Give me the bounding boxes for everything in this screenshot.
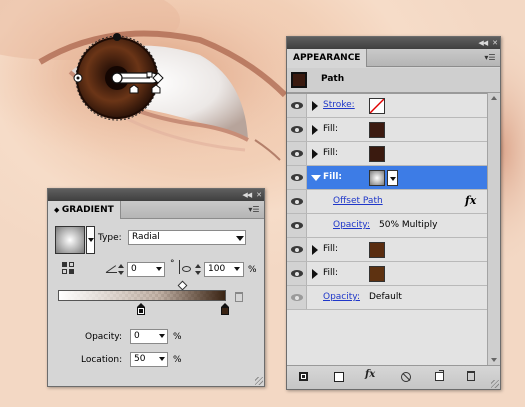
location-label: Location: — [81, 355, 123, 365]
clear-appearance-icon[interactable] — [401, 372, 411, 382]
close-panel-icon[interactable]: ✕ — [256, 189, 262, 201]
visibility-eye-icon[interactable] — [291, 150, 303, 157]
angle-stepper[interactable] — [116, 262, 126, 277]
gradient-ramp-slider[interactable] — [58, 290, 226, 301]
add-new-effect-icon[interactable]: fx — [365, 369, 375, 380]
fill-label: Fill: — [323, 148, 339, 158]
fill-label: Fill: — [323, 244, 339, 254]
gradient-panel: ◀◀ ✕ ◆ GRADIENT ▾☰ Type: Radial 0 ° 100 … — [47, 188, 265, 387]
add-new-stroke-icon[interactable] — [299, 372, 308, 381]
gradient-fill-swatch[interactable] — [369, 170, 385, 186]
opacity-link[interactable]: Opacity: — [323, 292, 360, 302]
chevron-down-icon[interactable] — [236, 236, 244, 241]
reverse-gradient-icon[interactable] — [62, 262, 76, 274]
opacity-link[interactable]: Opacity: — [333, 220, 370, 230]
path-thumbnail — [291, 72, 307, 88]
opacity-label: Opacity: — [85, 332, 122, 342]
percent-symbol: % — [248, 265, 257, 275]
panel-dock-bar[interactable]: ◀◀ ✕ — [48, 189, 264, 201]
collapse-icon[interactable]: ◀◀ — [242, 189, 252, 201]
appearance-list: Stroke: Fill: Fill: Fill: Offset Path fx… — [287, 93, 500, 365]
gradient-preview-swatch[interactable] — [55, 226, 85, 254]
collapse-triangle-icon[interactable] — [311, 175, 321, 181]
expand-triangle-icon[interactable] — [312, 125, 318, 135]
fill-swatch[interactable] — [369, 266, 385, 282]
fill-label: Fill: — [323, 268, 339, 278]
chevron-down-icon — [390, 177, 396, 181]
opacity-value: Default — [369, 292, 402, 302]
percent-symbol: % — [173, 332, 182, 342]
visibility-eye-icon[interactable] — [291, 102, 303, 109]
add-new-fill-icon[interactable] — [334, 372, 344, 382]
expand-triangle-icon[interactable] — [312, 149, 318, 159]
fill-label: Fill: — [323, 172, 343, 182]
panel-menu-icon[interactable]: ▾☰ — [248, 204, 260, 215]
path-title: Path — [321, 74, 345, 84]
effect-row[interactable]: Offset Path fx — [287, 190, 487, 214]
resize-grip-icon[interactable] — [255, 377, 263, 385]
opacity-value: 50% Multiply — [379, 220, 438, 230]
percent-symbol: % — [173, 355, 182, 365]
expand-triangle-icon[interactable] — [312, 269, 318, 279]
aspect-ratio-icon — [179, 260, 192, 275]
fill-row[interactable]: Fill: — [287, 238, 487, 262]
tab-toggle-icon[interactable]: ◆ — [54, 206, 62, 214]
appearance-footer: fx — [287, 365, 500, 389]
fill-label: Fill: — [323, 124, 339, 134]
visibility-eye-icon[interactable] — [291, 198, 303, 205]
offset-path-link[interactable]: Offset Path — [333, 196, 383, 206]
chevron-down-icon[interactable] — [156, 267, 162, 271]
stroke-swatch[interactable] — [369, 98, 385, 114]
visibility-eye-icon[interactable] — [291, 174, 303, 181]
color-stop-left[interactable] — [137, 303, 146, 316]
type-select[interactable]: Radial — [128, 230, 246, 245]
duplicate-item-icon[interactable] — [435, 370, 444, 381]
none-swatch-icon — [370, 99, 384, 113]
visibility-eye-icon[interactable] — [291, 294, 303, 301]
color-stop-right[interactable] — [221, 303, 230, 316]
fx-icon[interactable]: fx — [465, 194, 476, 207]
midpoint-diamond-handle[interactable] — [177, 280, 188, 291]
type-label: Type: — [98, 233, 122, 243]
appearance-panel: ◀◀ ✕ APPEARANCE ▾☰ Path Stroke: Fill: Fi… — [286, 36, 501, 390]
visibility-eye-icon[interactable] — [291, 270, 303, 277]
opacity-row[interactable]: Opacity: Default — [287, 286, 487, 310]
expand-triangle-icon[interactable] — [312, 245, 318, 255]
chevron-down-icon[interactable] — [234, 267, 240, 271]
gradient-swatch-dropdown[interactable] — [86, 226, 95, 254]
delete-item-icon[interactable] — [467, 371, 475, 381]
fill-row[interactable]: Fill: — [287, 118, 487, 142]
collapse-icon[interactable]: ◀◀ — [478, 37, 488, 49]
fill-row[interactable]: Fill: — [287, 262, 487, 286]
close-panel-icon[interactable]: ✕ — [492, 37, 498, 49]
panel-dock-bar[interactable]: ◀◀ ✕ — [287, 37, 500, 49]
opacity-row[interactable]: Opacity: 50% Multiply — [287, 214, 487, 238]
fill-swatch[interactable] — [369, 122, 385, 138]
visibility-eye-icon[interactable] — [291, 246, 303, 253]
appearance-scrollbar[interactable] — [487, 93, 500, 365]
fill-row[interactable]: Fill: — [287, 142, 487, 166]
swatch-dropdown-button[interactable] — [387, 170, 398, 186]
degree-symbol: ° — [170, 259, 175, 269]
delete-stop-icon[interactable] — [235, 292, 243, 302]
chevron-down-icon[interactable] — [159, 334, 165, 338]
panel-menu-icon[interactable]: ▾☰ — [484, 52, 496, 63]
visibility-eye-icon[interactable] — [291, 126, 303, 133]
chevron-down-icon — [88, 238, 94, 242]
fill-swatch[interactable] — [369, 242, 385, 258]
resize-grip-icon[interactable] — [491, 380, 499, 388]
stroke-row[interactable]: Stroke: — [287, 94, 487, 118]
expand-triangle-icon[interactable] — [312, 101, 318, 111]
aspect-ratio-stepper[interactable] — [193, 262, 203, 277]
visibility-eye-icon[interactable] — [291, 222, 303, 229]
fill-swatch[interactable] — [369, 146, 385, 162]
chevron-down-icon[interactable] — [159, 357, 165, 361]
tab-appearance[interactable]: APPEARANCE — [287, 49, 368, 67]
tab-gradient[interactable]: ◆ GRADIENT — [48, 201, 121, 219]
fill-row-selected[interactable]: Fill: — [287, 166, 487, 190]
stroke-label[interactable]: Stroke: — [323, 100, 355, 110]
tab-gradient-label: GRADIENT — [61, 205, 114, 215]
